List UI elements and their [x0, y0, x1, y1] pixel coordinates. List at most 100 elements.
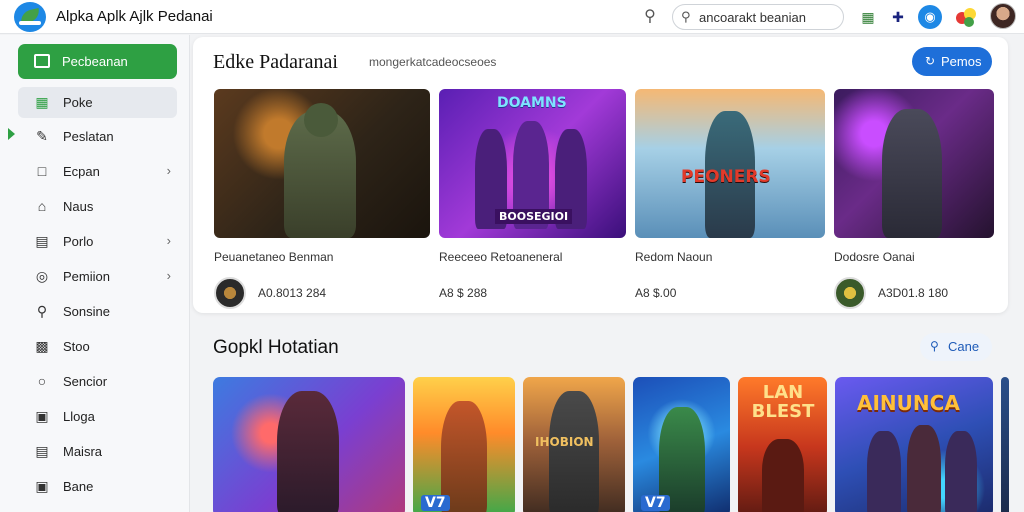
sidebar-item-pemiion[interactable]: ◎ Pemiion › [18, 261, 177, 292]
sidebar-item-maisra[interactable]: ▤ Maisra [18, 436, 177, 467]
card-value: A3D01.8 180 [878, 286, 949, 300]
sidebar-item-sonsine[interactable]: ⚲ Sonsine [18, 296, 177, 327]
game-tile[interactable]: IHOBION [523, 377, 625, 512]
section-button[interactable]: ⚲ Cane [920, 333, 992, 361]
card-art-title: DOAMNS [497, 95, 567, 111]
tile-badge: V7 [641, 495, 670, 511]
top-bar: Alpka Aplk Ajlk Pedanai ⚲ ⚲ ▦ ✚ ◉ [0, 0, 1024, 34]
pin-icon: ⚲ [36, 303, 48, 319]
cube-icon: ▣ [35, 478, 49, 494]
list-icon: ▤ [35, 233, 49, 249]
sidebar-item-naus[interactable]: ⌂ Naus [18, 191, 177, 222]
sidebar-item-ecpan[interactable]: □ Ecpan › [18, 156, 177, 187]
target-icon: ◎ [35, 268, 49, 284]
sidebar-item-stoo[interactable]: ▩ Stoo [18, 331, 177, 362]
card-title[interactable]: Dodosre Oanai [834, 250, 915, 264]
sidebar-item-peslatan[interactable]: ✎ Peslatan [18, 121, 177, 152]
sidebar-item-poke[interactable]: ▦ Poke [18, 87, 177, 118]
app-title: Alpka Aplk Ajlk Pedanai [56, 8, 213, 25]
game-tile[interactable]: AINUNCA [835, 377, 993, 512]
tile-title: LAN BLEST [751, 382, 815, 422]
sidebar-primary-label: Pecbeanan [62, 54, 128, 69]
cta-button[interactable]: ↻ Pemos [912, 47, 992, 76]
game-tile[interactable] [1001, 377, 1009, 512]
home-icon: ⌂ [37, 198, 47, 214]
sidebar-item-label: Maisra [63, 444, 103, 459]
card-value: A8 $ 288 [439, 286, 488, 300]
colors-icon[interactable] [956, 6, 978, 28]
sidebar-item-bane[interactable]: ▣ Bane [18, 471, 177, 502]
sidebar-item-label: Pemiion [63, 269, 110, 284]
sidebar-item-porlo[interactable]: ▤ Porlo › [18, 226, 177, 257]
building-icon: ▩ [35, 338, 49, 354]
grid-icon: ▦ [35, 94, 49, 110]
window-icon [34, 54, 50, 68]
character-figure [882, 109, 942, 238]
featured-panel: Edke Padaranai mongerkatcadeocseoes ↻ Pe… [193, 37, 1008, 313]
chevron-right-icon: › [166, 163, 171, 178]
chevron-right-icon: › [166, 233, 171, 248]
game-tile[interactable]: V7 [633, 377, 730, 512]
character-figure [762, 439, 804, 512]
sidebar-item-label: Sencior [63, 374, 108, 389]
card-title[interactable]: Peuanetaneo Benman [214, 250, 333, 264]
sidebar-item-label: Naus [63, 199, 94, 214]
search-icon[interactable]: ⚲ [638, 5, 662, 29]
avatar[interactable] [990, 3, 1016, 29]
user-icon: ○ [37, 373, 47, 389]
card-art-banner: BOOSEGIOI [495, 209, 573, 224]
game-card-image[interactable]: DOAMNS BOOSEGIOI [439, 89, 626, 238]
character-helmet [304, 103, 338, 137]
section-button-label: Cane [948, 339, 980, 354]
image-icon: ▣ [35, 408, 49, 424]
active-marker-icon [8, 128, 15, 140]
chevron-right-icon: › [166, 268, 171, 283]
tile-title: AINUNCA [857, 391, 960, 415]
game-card-image[interactable] [214, 89, 430, 238]
game-tile[interactable]: LAN BLEST [738, 377, 827, 512]
file-icon: ▤ [35, 443, 49, 459]
search-field[interactable]: ⚲ [672, 4, 844, 30]
sidebar-primary-button[interactable]: Pecbeanan [18, 44, 177, 79]
game-tile[interactable] [213, 377, 405, 512]
search-input[interactable] [699, 8, 839, 26]
app-circle-icon[interactable]: ◉ [918, 5, 942, 29]
card-title[interactable]: Reeceeo Retoaneneral [439, 250, 562, 264]
search-icon: ⚲ [930, 339, 939, 353]
chart-icon[interactable]: ▦ [858, 6, 878, 28]
doc-icon: □ [37, 163, 47, 179]
sidebar-item-label: Lloga [63, 409, 95, 424]
card-meta: A0.8013 284 [214, 277, 430, 309]
card-art-title: PEONERS [681, 167, 771, 187]
sidebar-item-label: Peslatan [63, 129, 114, 144]
game-card-image[interactable] [834, 89, 994, 238]
sidebar: Pecbeanan ▦ Poke ✎ Peslatan □ Ecpan › ⌂ … [0, 35, 190, 512]
sidebar-item-sencior[interactable]: ○ Sencior [18, 366, 177, 397]
sidebar-item-label: Ecpan [63, 164, 100, 179]
game-card-image[interactable]: PEONERS [635, 89, 825, 238]
character-figure [945, 431, 977, 512]
move-icon[interactable]: ✚ [888, 6, 908, 28]
character-figure [277, 391, 339, 512]
card-value: A8 $.00 [635, 286, 677, 300]
section-title: Gopkl Hotatian [213, 337, 339, 358]
character-figure [867, 431, 901, 512]
section-title: Edke Padaranai [213, 51, 338, 73]
card-title[interactable]: Redom Naoun [635, 250, 712, 264]
avatar [214, 277, 246, 309]
app-logo-icon[interactable] [14, 2, 46, 32]
sidebar-item-label: Porlo [63, 234, 94, 249]
avatar [834, 277, 866, 309]
section-subtitle: mongerkatcadeocseoes [369, 55, 497, 69]
game-tile[interactable]: V7 [413, 377, 515, 512]
sidebar-item-label: Poke [63, 95, 93, 110]
card-value: A0.8013 284 [258, 286, 327, 300]
sidebar-item-lloga[interactable]: ▣ Lloga [18, 401, 177, 432]
tile-title: IHOBION [535, 435, 594, 449]
character-figure [907, 425, 941, 512]
search-field-icon: ⚲ [681, 9, 691, 24]
sidebar-item-label: Stoo [63, 339, 90, 354]
refresh-icon: ↻ [925, 54, 936, 68]
cta-label: Pemos [941, 54, 982, 69]
tile-badge: V7 [421, 495, 450, 511]
